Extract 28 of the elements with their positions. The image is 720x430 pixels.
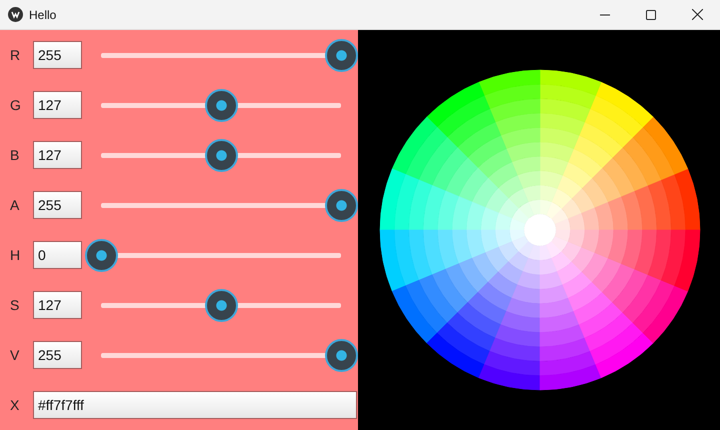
channel-label: A xyxy=(9,197,20,213)
value-field[interactable]: 127 xyxy=(33,141,82,169)
slider-thumb[interactable] xyxy=(84,238,118,272)
slider-thumb[interactable] xyxy=(204,88,238,122)
value-field[interactable]: 0 xyxy=(33,241,82,269)
maximize-icon xyxy=(646,10,656,20)
slider-thumb[interactable] xyxy=(204,288,238,322)
value-field[interactable]: 127 xyxy=(33,91,82,119)
channel-label: R xyxy=(9,47,22,63)
value-field[interactable]: 255 xyxy=(33,41,82,69)
hex-field[interactable]: #ff7f7fff xyxy=(33,391,357,419)
color-wheel-drawing[interactable] xyxy=(380,70,700,390)
slider-thumb[interactable] xyxy=(324,338,358,372)
value-field[interactable]: 255 xyxy=(33,191,82,219)
app-logo-icon xyxy=(8,7,23,22)
channel-label: H xyxy=(9,247,22,263)
channel-label: B xyxy=(9,147,20,163)
value-field[interactable]: 255 xyxy=(33,341,82,369)
channel-label: G xyxy=(9,97,22,113)
slider-thumb[interactable] xyxy=(204,138,238,172)
value-field[interactable]: 127 xyxy=(33,291,82,319)
hex-label: X xyxy=(9,397,20,413)
channel-label: V xyxy=(9,347,20,363)
close-icon xyxy=(692,9,702,20)
window-title: Hello xyxy=(29,8,58,22)
channel-label: S xyxy=(9,297,20,313)
slider-thumb[interactable] xyxy=(324,38,358,72)
slider-thumb[interactable] xyxy=(324,188,358,222)
